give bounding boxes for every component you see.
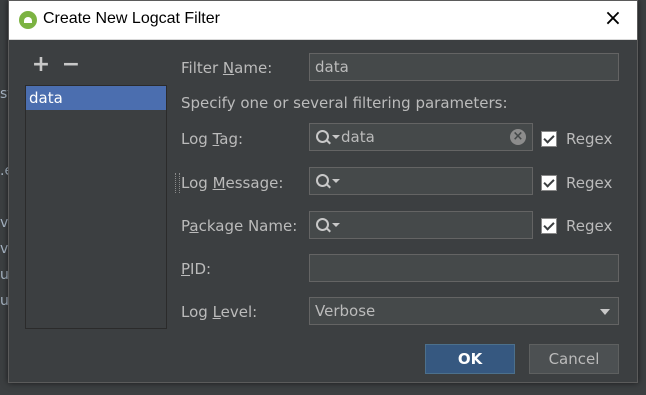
filter-name-label: Filter Name: — [181, 59, 273, 77]
log-message-label: Log Message: — [181, 174, 284, 192]
filter-list[interactable]: data — [25, 85, 167, 329]
search-icon[interactable] — [316, 130, 329, 143]
create-logcat-filter-dialog: Create New Logcat Filter × + − data Filt… — [8, 0, 638, 383]
package-name-regex-label: Regex — [566, 217, 613, 235]
log-tag-field[interactable]: data × — [309, 123, 533, 151]
splitter-handle[interactable] — [175, 173, 180, 193]
search-icon[interactable] — [316, 218, 329, 231]
filter-name-field[interactable]: data — [309, 53, 619, 81]
list-item[interactable]: data — [26, 86, 166, 110]
log-message-regex-checkbox[interactable] — [541, 175, 557, 191]
chevron-down-icon[interactable] — [332, 135, 340, 139]
dialog-title: Create New Logcat Filter — [43, 10, 220, 27]
chevron-down-icon[interactable] — [332, 179, 340, 183]
log-tag-label: Log Tag: — [181, 130, 244, 148]
log-message-field[interactable] — [309, 167, 533, 195]
chevron-down-icon — [600, 309, 610, 315]
cancel-button[interactable]: Cancel — [529, 344, 619, 374]
filter-hint-text: Specify one or several filtering paramet… — [181, 94, 508, 112]
remove-filter-button[interactable]: − — [61, 53, 81, 77]
log-level-select[interactable]: Verbose — [309, 297, 619, 325]
title-bar: Create New Logcat Filter × — [9, 1, 637, 40]
package-name-field[interactable] — [309, 211, 533, 239]
log-tag-regex-label: Regex — [566, 130, 613, 148]
log-message-regex-label: Regex — [566, 174, 613, 192]
log-tag-regex-checkbox[interactable] — [541, 131, 557, 147]
pid-field[interactable] — [309, 254, 619, 282]
log-tag-value: data — [341, 128, 375, 146]
close-icon[interactable]: × — [603, 8, 623, 30]
add-filter-button[interactable]: + — [31, 53, 51, 77]
log-level-value: Verbose — [315, 302, 376, 320]
package-name-regex-checkbox[interactable] — [541, 218, 557, 234]
ok-button[interactable]: OK — [425, 344, 515, 374]
android-studio-icon — [19, 11, 37, 29]
log-level-label: Log Level: — [181, 303, 258, 321]
clear-icon[interactable]: × — [510, 129, 526, 145]
pid-label: PID: — [181, 260, 212, 278]
package-name-label: Package Name: — [181, 217, 298, 235]
chevron-down-icon[interactable] — [332, 223, 340, 227]
search-icon[interactable] — [316, 174, 329, 187]
